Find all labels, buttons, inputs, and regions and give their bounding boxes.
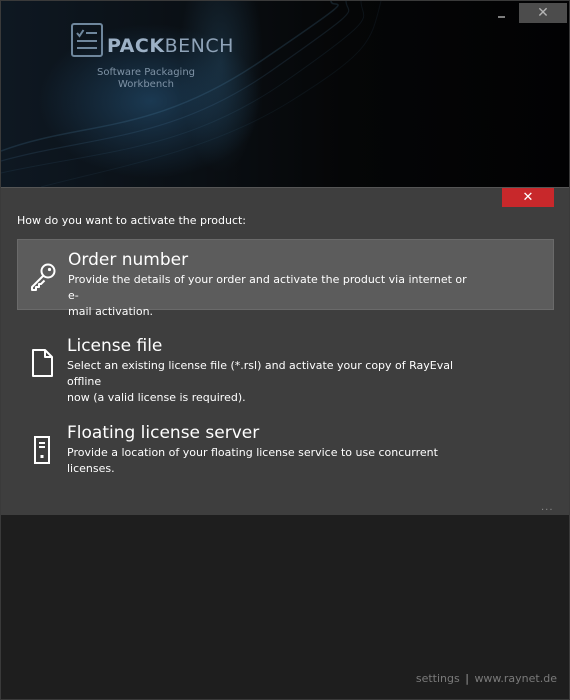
app-window: PACKBENCH Software Packaging Workbench ✕…	[0, 0, 570, 700]
minimize-icon	[497, 16, 505, 18]
option-desc-line-1: Provide a location of your floating lice…	[67, 446, 438, 459]
option-title: License file	[67, 336, 163, 356]
brand-logo-text: PACKBENCH	[107, 35, 234, 57]
settings-link[interactable]: settings	[416, 672, 460, 685]
option-description: Provide the details of your order and ac…	[68, 272, 478, 320]
close-icon: ✕	[537, 5, 549, 21]
option-order-number[interactable]: Order number Provide the details of your…	[17, 239, 554, 318]
minimize-button[interactable]	[491, 3, 511, 23]
footer-links: settings | www.raynet.de	[416, 672, 557, 685]
server-icon	[34, 436, 50, 464]
key-icon	[31, 263, 56, 291]
splash-header: PACKBENCH Software Packaging Workbench ✕	[1, 1, 569, 187]
option-desc-line-1: Select an existing license file (*.rsl) …	[67, 359, 454, 388]
option-description: Provide a location of your floating lice…	[67, 445, 477, 477]
brand-name-rest: BENCH	[164, 35, 234, 57]
option-desc-line-2: now (a valid license is required).	[67, 391, 246, 404]
subtitle-line-1: Software Packaging	[96, 67, 196, 78]
activation-question: How do you want to activate the product:	[17, 214, 247, 227]
option-desc-line-2: mail activation.	[68, 305, 154, 318]
window-close-button[interactable]: ✕	[519, 3, 567, 23]
option-license-file[interactable]: License file Select an existing license …	[17, 326, 554, 404]
brand-name-bold: PACK	[107, 35, 165, 57]
dialog-close-icon: ✕	[522, 190, 534, 205]
footer-separator: |	[465, 672, 469, 685]
option-floating-license-server[interactable]: Floating license server Provide a locati…	[17, 413, 554, 484]
packbench-logo-icon	[71, 23, 103, 57]
website-link[interactable]: www.raynet.de	[474, 672, 557, 685]
option-desc-line-2: licenses.	[67, 462, 115, 475]
option-description: Select an existing license file (*.rsl) …	[67, 358, 477, 406]
option-title: Floating license server	[67, 423, 260, 443]
subtitle-line-2: Workbench	[118, 79, 174, 90]
file-icon	[32, 349, 53, 377]
more-dots-button[interactable]: ...	[541, 502, 554, 513]
option-desc-line-1: Provide the details of your order and ac…	[68, 273, 467, 302]
brand-subtitle: Software Packaging Workbench	[91, 67, 201, 91]
dialog-close-button[interactable]: ✕	[502, 188, 554, 207]
option-title: Order number	[68, 250, 189, 270]
activation-dialog: ✕ How do you want to activate the produc…	[1, 187, 569, 515]
